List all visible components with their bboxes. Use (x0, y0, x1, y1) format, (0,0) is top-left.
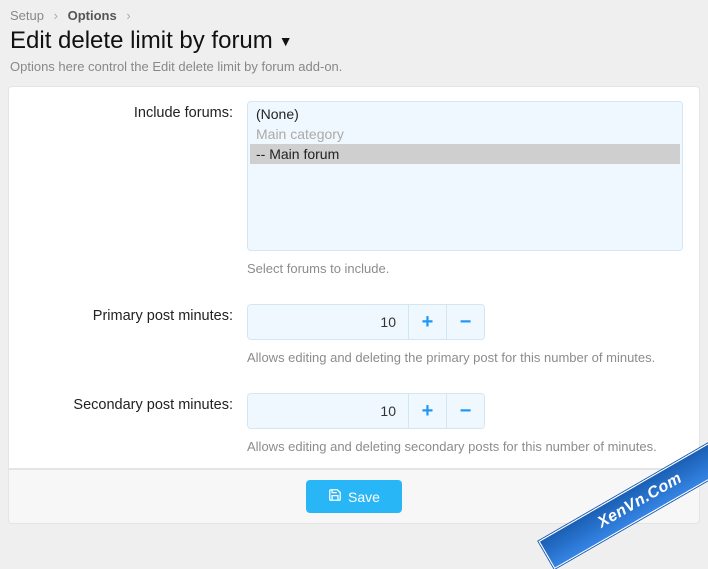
save-icon (328, 488, 342, 505)
list-item[interactable]: (None) (250, 104, 680, 124)
secondary-minutes-input[interactable] (248, 394, 408, 428)
plus-icon: + (422, 400, 434, 423)
breadcrumb-item-options[interactable]: Options (68, 8, 117, 23)
help-secondary-minutes: Allows editing and deleting secondary po… (247, 439, 683, 454)
minus-icon: − (460, 400, 472, 423)
caret-down-icon: ▼ (279, 33, 293, 49)
row-secondary-minutes: Secondary post minutes: + − Allows editi… (9, 379, 699, 468)
help-primary-minutes: Allows editing and deleting the primary … (247, 350, 683, 365)
page-title-menu[interactable]: Edit delete limit by forum ▼ (10, 27, 293, 55)
row-include-forums: Include forums: (None) Main category -- … (9, 87, 699, 290)
minus-icon: − (460, 311, 472, 334)
save-button-label: Save (348, 489, 380, 505)
chevron-right-icon: › (54, 8, 58, 23)
label-secondary-minutes: Secondary post minutes: (9, 393, 247, 454)
plus-icon: + (422, 311, 434, 334)
chevron-right-icon: › (126, 8, 130, 23)
secondary-minutes-stepper: + − (247, 393, 485, 429)
primary-minutes-input[interactable] (248, 305, 408, 339)
decrement-button[interactable]: − (446, 305, 484, 339)
save-button[interactable]: Save (306, 480, 402, 513)
breadcrumb-item-setup[interactable]: Setup (10, 8, 44, 23)
include-forums-listbox[interactable]: (None) Main category -- Main forum (247, 101, 683, 251)
page-description: Options here control the Edit delete lim… (0, 59, 708, 86)
page-title: Edit delete limit by forum (10, 27, 273, 55)
label-primary-minutes: Primary post minutes: (9, 304, 247, 365)
options-panel: Include forums: (None) Main category -- … (8, 86, 700, 469)
footer-bar: Save (8, 469, 700, 524)
list-item[interactable]: -- Main forum (250, 144, 680, 164)
increment-button[interactable]: + (408, 394, 446, 428)
label-include-forums: Include forums: (9, 101, 247, 276)
increment-button[interactable]: + (408, 305, 446, 339)
list-item: Main category (250, 124, 680, 144)
row-primary-minutes: Primary post minutes: + − Allows editing… (9, 290, 699, 379)
help-include-forums: Select forums to include. (247, 261, 683, 276)
breadcrumb: Setup › Options › (0, 0, 708, 27)
primary-minutes-stepper: + − (247, 304, 485, 340)
decrement-button[interactable]: − (446, 394, 484, 428)
